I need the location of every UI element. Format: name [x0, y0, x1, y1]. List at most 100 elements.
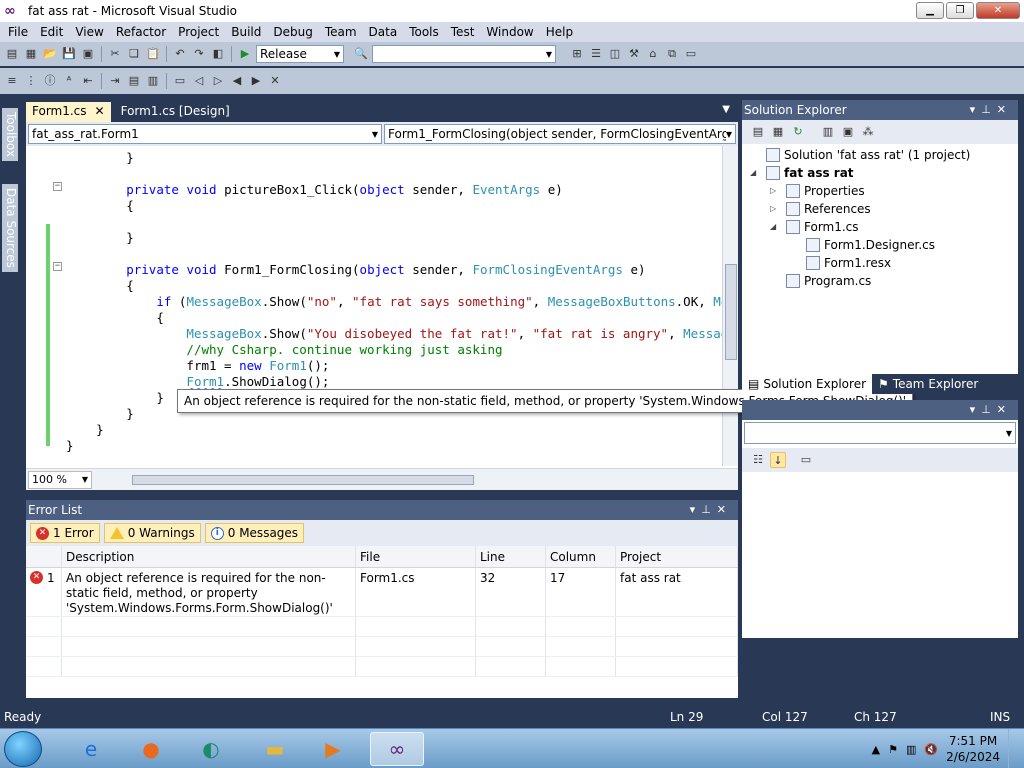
find-combo[interactable]: ▼: [372, 45, 556, 63]
display-object-member-list-icon[interactable]: ≡: [4, 73, 20, 89]
warnings-filter-button[interactable]: 0 Warnings: [103, 523, 201, 543]
horizontal-scrollbar[interactable]: [106, 473, 726, 487]
menu-item-refactor[interactable]: Refactor: [110, 25, 172, 39]
redo-icon[interactable]: ↷: [191, 46, 207, 62]
menu-item-view[interactable]: View: [69, 25, 109, 39]
code-text-area[interactable]: − − } private void pictureBox1_Click(obj…: [26, 146, 738, 466]
copy-icon[interactable]: ❏: [126, 46, 142, 62]
action-center-flag-icon[interactable]: ⚑: [888, 743, 898, 756]
file-explorer-icon[interactable]: ▬: [248, 732, 302, 766]
scroll-thumb[interactable]: [132, 474, 474, 485]
previous-bookmark-icon[interactable]: ◁: [191, 73, 207, 89]
tab-team-explorer[interactable]: ⚑ Team Explorer: [872, 374, 984, 394]
tab-list-dropdown-icon[interactable]: ▼: [722, 104, 730, 115]
column-header-description[interactable]: Description: [62, 546, 356, 567]
save-icon[interactable]: 💾: [61, 46, 77, 62]
toggle-bookmark-icon[interactable]: ▭: [172, 73, 188, 89]
class-combo[interactable]: fat_ass_rat.Form1 ▼: [28, 124, 382, 144]
quick-info-icon[interactable]: ⓘ: [42, 73, 58, 89]
panel-controls[interactable]: ▾⊥✕: [970, 400, 1012, 420]
show-hidden-icons-icon[interactable]: ▲: [872, 743, 880, 756]
menu-item-tools[interactable]: Tools: [403, 25, 445, 39]
menu-item-debug[interactable]: Debug: [267, 25, 318, 39]
paste-icon[interactable]: 📋: [145, 46, 161, 62]
extension-manager-icon[interactable]: ⧉: [664, 46, 680, 62]
next-bookmark-in-folder-icon[interactable]: ▶: [248, 73, 264, 89]
vertical-scrollbar[interactable]: [722, 146, 738, 466]
menu-item-team[interactable]: Team: [319, 25, 363, 39]
volume-muted-icon[interactable]: 🔇: [924, 743, 938, 756]
new-project-icon[interactable]: ▤: [4, 46, 20, 62]
start-debugging-icon[interactable]: ▶: [237, 46, 253, 62]
toolbox-tab[interactable]: Toolbox: [2, 108, 18, 161]
object-browser-icon[interactable]: ◫: [607, 46, 623, 62]
menu-item-window[interactable]: Window: [480, 25, 539, 39]
object-combo[interactable]: ▼: [744, 422, 1016, 444]
maximize-button[interactable]: ❐: [946, 2, 974, 19]
tab-solution-explorer[interactable]: ▤ Solution Explorer: [742, 374, 873, 394]
panel-controls[interactable]: ▾⊥✕: [690, 500, 732, 520]
solution-explorer-icon[interactable]: ⊞: [569, 46, 585, 62]
menu-item-build[interactable]: Build: [225, 25, 267, 39]
properties-icon[interactable]: ▤: [750, 124, 766, 140]
tab-form1-cs[interactable]: Form1.cs ✕: [26, 102, 111, 122]
word-completion-icon[interactable]: ᴬ: [61, 73, 77, 89]
messages-filter-button[interactable]: i0 Messages: [204, 523, 305, 543]
media-app-icon[interactable]: ◐: [184, 732, 238, 766]
properties-window-icon[interactable]: ☰: [588, 46, 604, 62]
tree-item[interactable]: ▷ Properties: [770, 182, 865, 200]
add-item-icon[interactable]: ▦: [23, 46, 39, 62]
parameter-info-icon[interactable]: ⋮: [23, 73, 39, 89]
open-file-icon[interactable]: 📂: [42, 46, 58, 62]
column-header-file[interactable]: File: [356, 546, 476, 567]
minimize-button[interactable]: ▁: [916, 2, 944, 19]
tree-item[interactable]: ◢ fat ass rat: [750, 164, 854, 182]
alphabetical-icon[interactable]: ↓: [770, 452, 786, 468]
menu-item-file[interactable]: File: [2, 25, 34, 39]
collapse-toggle[interactable]: −: [53, 262, 62, 271]
visual-studio-taskbar-icon[interactable]: ∞: [370, 732, 424, 766]
column-header-line[interactable]: Line: [476, 546, 546, 567]
expand-toggle-icon[interactable]: ▷: [770, 182, 782, 200]
show-all-files-icon[interactable]: ▦: [770, 124, 786, 140]
undo-icon[interactable]: ↶: [172, 46, 188, 62]
command-window-icon[interactable]: ▭: [683, 46, 699, 62]
clock[interactable]: 7:51 PM 2/6/2024: [946, 733, 1000, 765]
view-code-icon[interactable]: ▥: [820, 124, 836, 140]
cut-icon[interactable]: ✂: [107, 46, 123, 62]
tree-item[interactable]: Form1.resx: [790, 254, 891, 272]
start-button[interactable]: [4, 731, 42, 767]
view-designer-icon[interactable]: ▣: [840, 124, 856, 140]
errors-filter-button[interactable]: ✕ 1 Error: [30, 523, 100, 543]
save-all-icon[interactable]: ▣: [80, 46, 96, 62]
solution-configuration-combo[interactable]: Release ▼: [256, 45, 344, 63]
tree-item[interactable]: Form1.Designer.cs: [790, 236, 935, 254]
previous-bookmark-in-folder-icon[interactable]: ◀: [229, 73, 245, 89]
clear-bookmarks-icon[interactable]: ✕: [267, 73, 283, 89]
menu-item-help[interactable]: Help: [540, 25, 579, 39]
network-icon[interactable]: ▥: [906, 743, 916, 756]
expand-toggle-icon[interactable]: ▷: [770, 200, 782, 218]
categorized-icon[interactable]: ☷: [750, 452, 766, 468]
zoom-combo[interactable]: 100 % ▼: [28, 470, 92, 489]
collapse-toggle[interactable]: −: [53, 182, 62, 191]
tree-item[interactable]: Solution 'fat ass rat' (1 project): [750, 146, 970, 164]
panel-controls[interactable]: ▾⊥✕: [970, 100, 1012, 120]
indent-icon[interactable]: ⇥: [107, 73, 123, 89]
member-combo[interactable]: Form1_FormClosing(object sender, FormClo…: [384, 124, 736, 144]
outdent-icon[interactable]: ⇤: [80, 73, 96, 89]
property-pages-icon[interactable]: ▭: [798, 452, 814, 468]
navigate-backward-icon[interactable]: ◧: [210, 46, 226, 62]
next-bookmark-icon[interactable]: ▷: [210, 73, 226, 89]
uncomment-icon[interactable]: ▥: [145, 73, 161, 89]
view-class-diagram-icon[interactable]: ⁂: [860, 124, 876, 140]
column-header-project[interactable]: Project: [616, 546, 738, 567]
media-player-icon[interactable]: ▶: [306, 732, 360, 766]
tree-item[interactable]: ◢ Form1.cs: [770, 218, 859, 236]
comment-out-icon[interactable]: ▤: [126, 73, 142, 89]
find-in-files-icon[interactable]: 🔍: [353, 46, 369, 62]
expand-toggle-icon[interactable]: ◢: [770, 218, 782, 236]
table-row[interactable]: ✕ 1 An object reference is required for t…: [26, 568, 738, 617]
scroll-thumb[interactable]: [725, 264, 737, 360]
tab-form1-design[interactable]: Form1.cs [Design]: [115, 102, 236, 122]
